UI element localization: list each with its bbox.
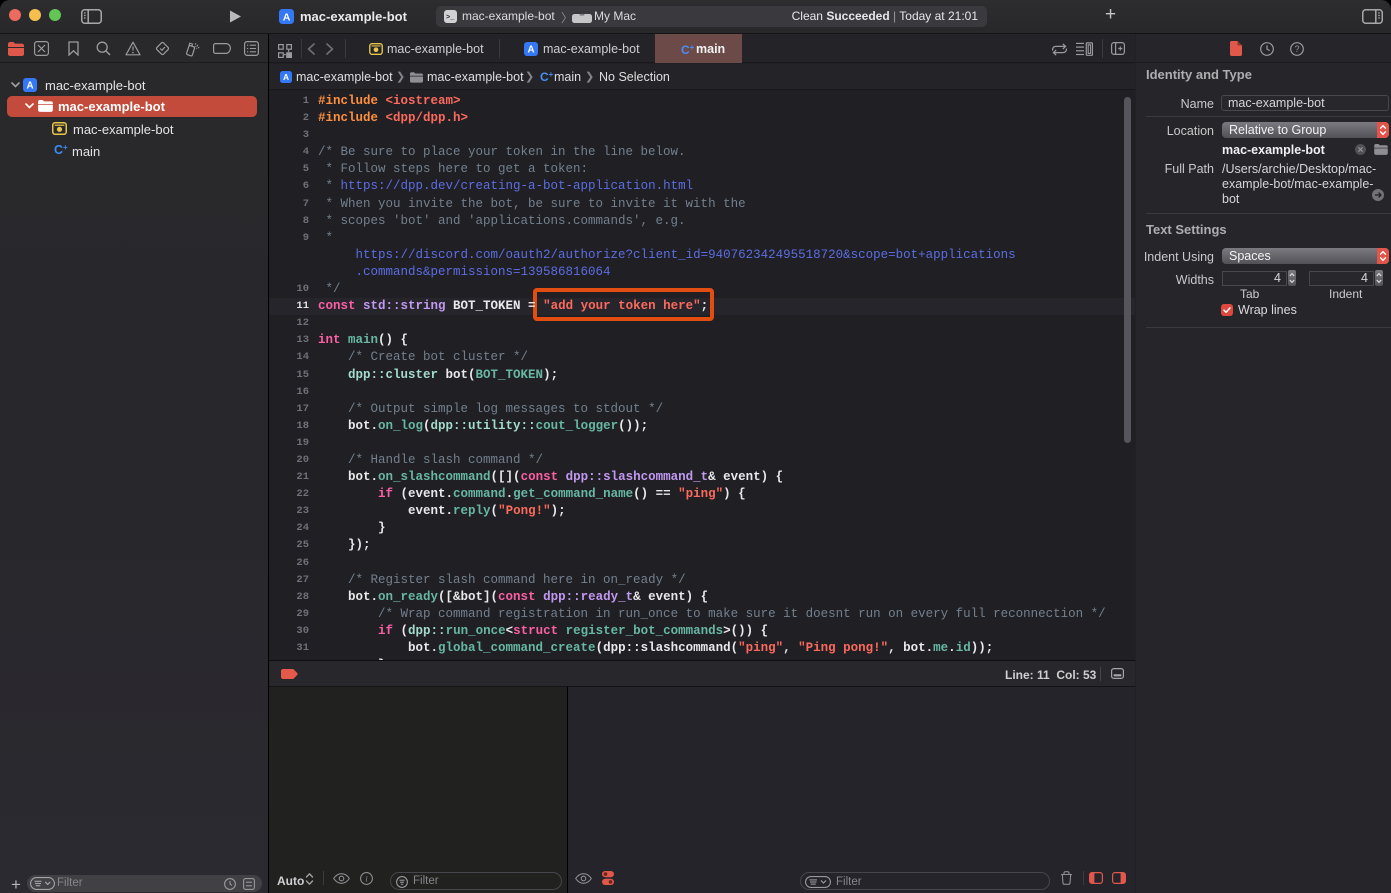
svg-text:A: A [283,72,289,82]
svg-text:i: i [365,874,368,884]
svg-text:A: A [527,45,534,56]
svg-text:A: A [26,81,33,92]
svg-text:A: A [283,11,291,23]
svg-text:?: ? [1294,44,1299,54]
svg-text:>_: >_ [446,14,455,22]
